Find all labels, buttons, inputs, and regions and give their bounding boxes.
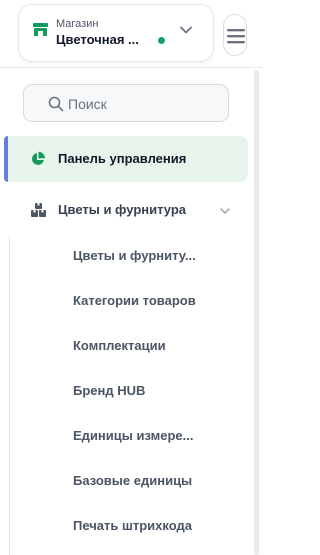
sidebar-subitem-brand-hub[interactable]: Бренд HUB — [73, 383, 145, 398]
sidebar-subitem-product-categories[interactable]: Категории товаров — [73, 293, 196, 308]
store-label: Магазин — [56, 18, 99, 30]
sidebar-scrollbar[interactable] — [254, 70, 259, 555]
active-indicator — [4, 136, 8, 182]
sidebar-subitem-flowers-furniture[interactable]: Цветы и фурниту... — [73, 248, 196, 263]
sidebar-item-label: Панель управления — [58, 151, 187, 166]
storefront-icon — [33, 23, 48, 36]
sidebar-item-dashboard[interactable]: Панель управления — [4, 136, 248, 182]
search-placeholder: Поиск — [68, 96, 107, 112]
menu-button[interactable] — [223, 14, 247, 56]
pie-chart-icon — [31, 151, 45, 165]
chevron-down-icon — [180, 26, 192, 34]
sidebar-subitem-barcode-print[interactable]: Печать штрихкода — [73, 518, 192, 533]
sidebar-group-label: Цветы и фурнитура — [58, 202, 187, 217]
search-input[interactable]: Поиск — [23, 84, 229, 122]
hamburger-icon — [227, 29, 245, 44]
sidebar-subitem-units[interactable]: Единицы измере... — [73, 428, 193, 443]
store-name: Цветочная ... — [56, 32, 139, 47]
boxes-icon — [31, 203, 46, 217]
sidebar-subitem-base-units[interactable]: Базовые единицы — [73, 473, 192, 488]
submenu-guide-line — [9, 236, 10, 555]
store-status-dot — [158, 37, 165, 44]
chevron-down-icon — [220, 208, 230, 214]
search-icon — [48, 96, 64, 112]
sidebar-subitem-kits[interactable]: Комплектации — [73, 338, 166, 353]
store-switcher[interactable]: Магазин Цветочная ... — [18, 4, 214, 62]
header: Магазин Цветочная ... — [0, 0, 263, 68]
sidebar-group-flowers[interactable]: Цветы и фурнитура — [4, 190, 248, 230]
